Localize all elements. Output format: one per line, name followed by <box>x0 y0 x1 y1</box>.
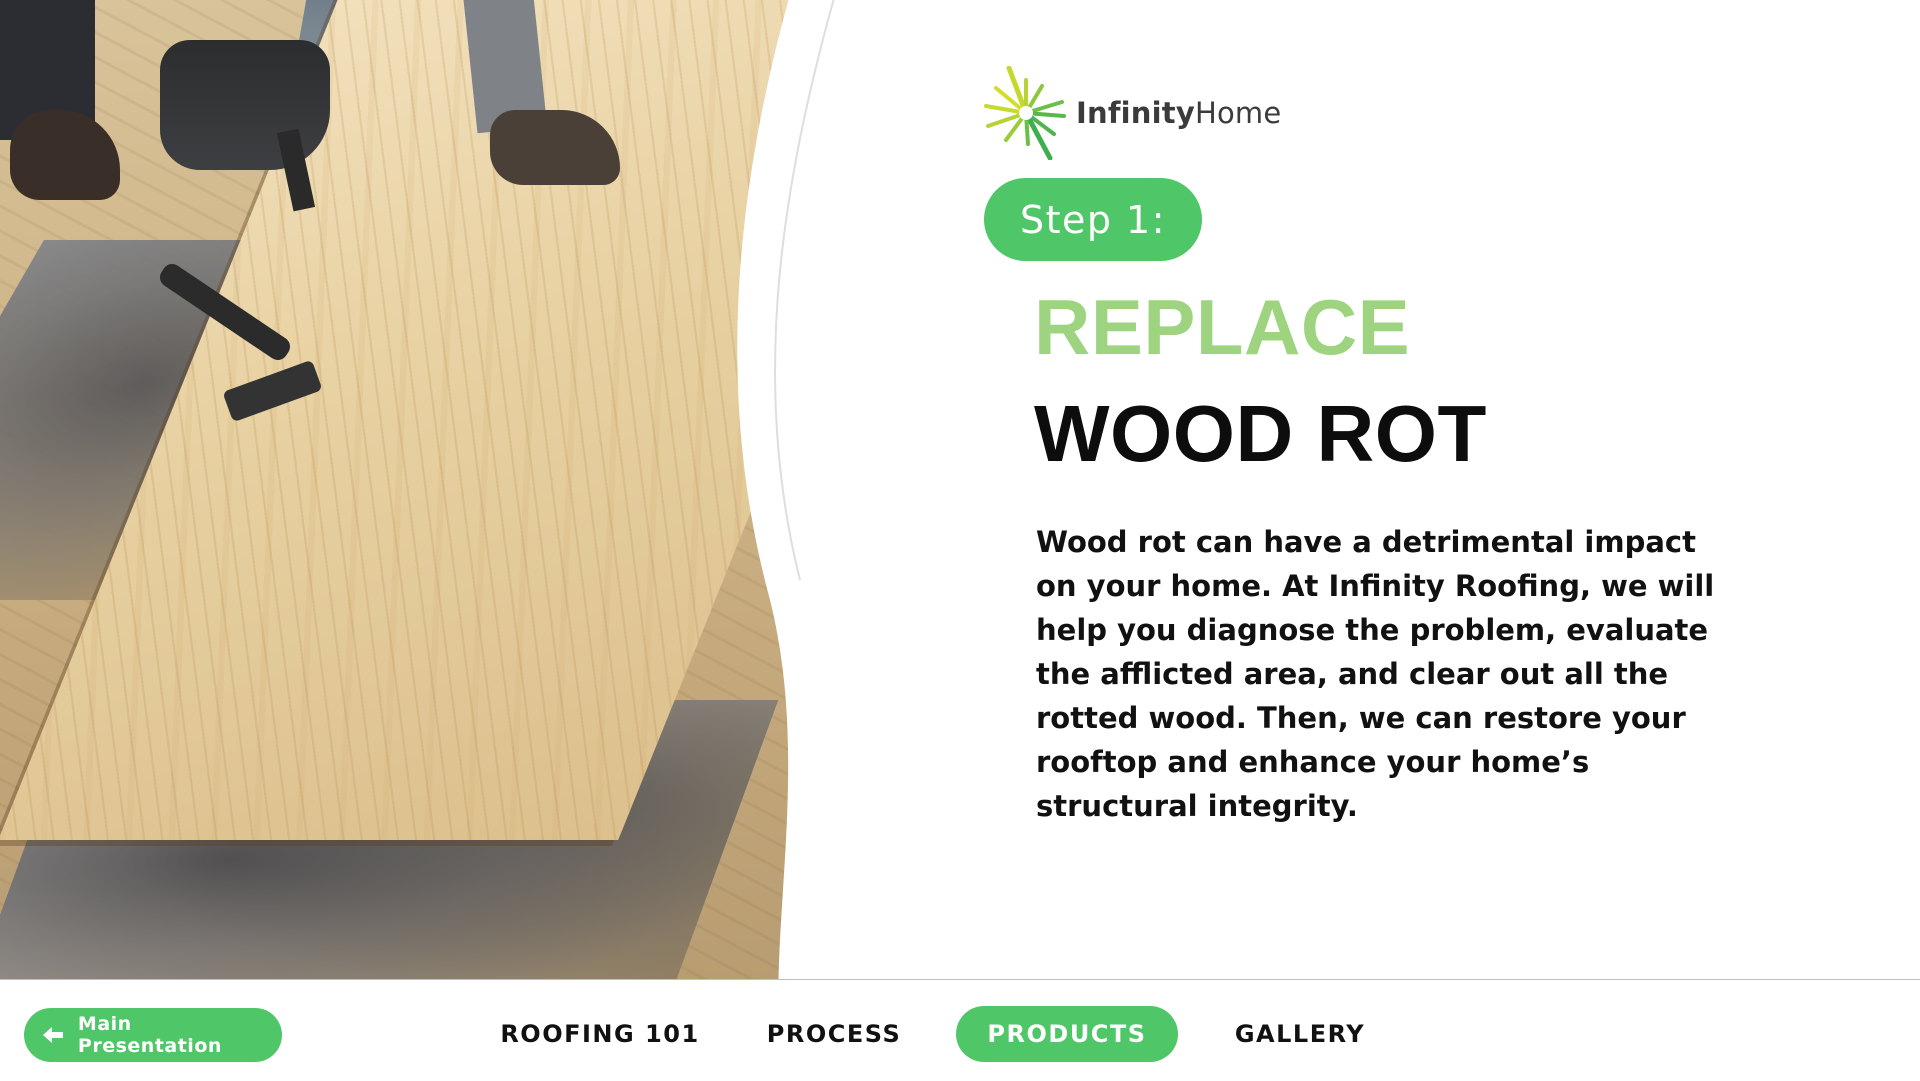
infinity-home-logo: InfinityHome <box>984 66 1281 160</box>
bottom-nav: Main Presentation ROOFING 101 PROCESS PR… <box>0 979 1920 1081</box>
nav-process[interactable]: PROCESS <box>750 1006 918 1062</box>
arrow-left-icon <box>42 1027 63 1043</box>
main-presentation-button[interactable]: Main Presentation <box>24 1008 282 1062</box>
slide-canvas: InfinityHome Step 1: REPLACE WOOD ROT Wo… <box>0 0 1920 980</box>
nav-products-active[interactable]: PRODUCTS <box>956 1006 1178 1062</box>
logo-wordmark: InfinityHome <box>1076 96 1282 130</box>
main-presentation-label: Main Presentation <box>77 1013 222 1057</box>
title-line-1: REPLACE <box>1034 283 1411 371</box>
roof-repair-photo <box>0 0 790 980</box>
worker-boot-left <box>10 110 120 200</box>
step-badge: Step 1: <box>984 178 1202 261</box>
title-line-2: WOOD ROT <box>1034 389 1487 478</box>
nail-gun-icon <box>160 40 330 170</box>
nav-roofing-101[interactable]: ROOFING 101 <box>500 1006 700 1062</box>
sunburst-logo-icon <box>984 66 1066 160</box>
body-paragraph: Wood rot can have a detrimental impact o… <box>1036 525 1715 823</box>
nav-gallery[interactable]: GALLERY <box>1220 1006 1380 1062</box>
